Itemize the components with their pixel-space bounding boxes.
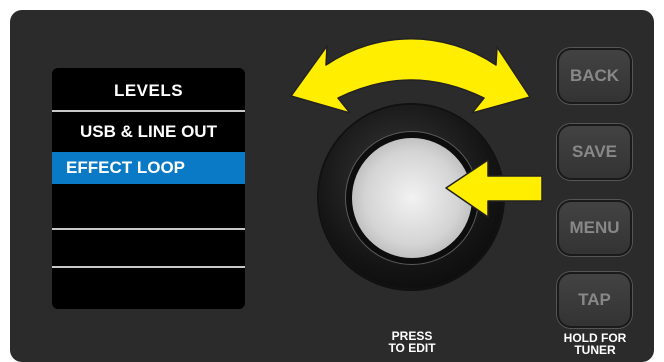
tap-caption: HOLD FOR TUNER — [550, 332, 640, 356]
back-button[interactable]: BACK — [557, 48, 632, 104]
encoder-caption-line2: TO EDIT — [388, 341, 436, 355]
amp-control-panel: LEVELS USB & LINE OUT EFFECT LOOP PRESS … — [10, 10, 654, 362]
left-arrow-icon — [445, 159, 543, 218]
save-button[interactable]: SAVE — [557, 124, 632, 180]
tap-button[interactable]: TAP — [557, 272, 632, 328]
tap-caption-line2: TUNER — [574, 343, 616, 357]
menu-button[interactable]: MENU — [557, 200, 632, 256]
curved-double-arrow-icon — [290, 38, 531, 114]
encoder-caption: PRESS TO EDIT — [376, 330, 448, 354]
